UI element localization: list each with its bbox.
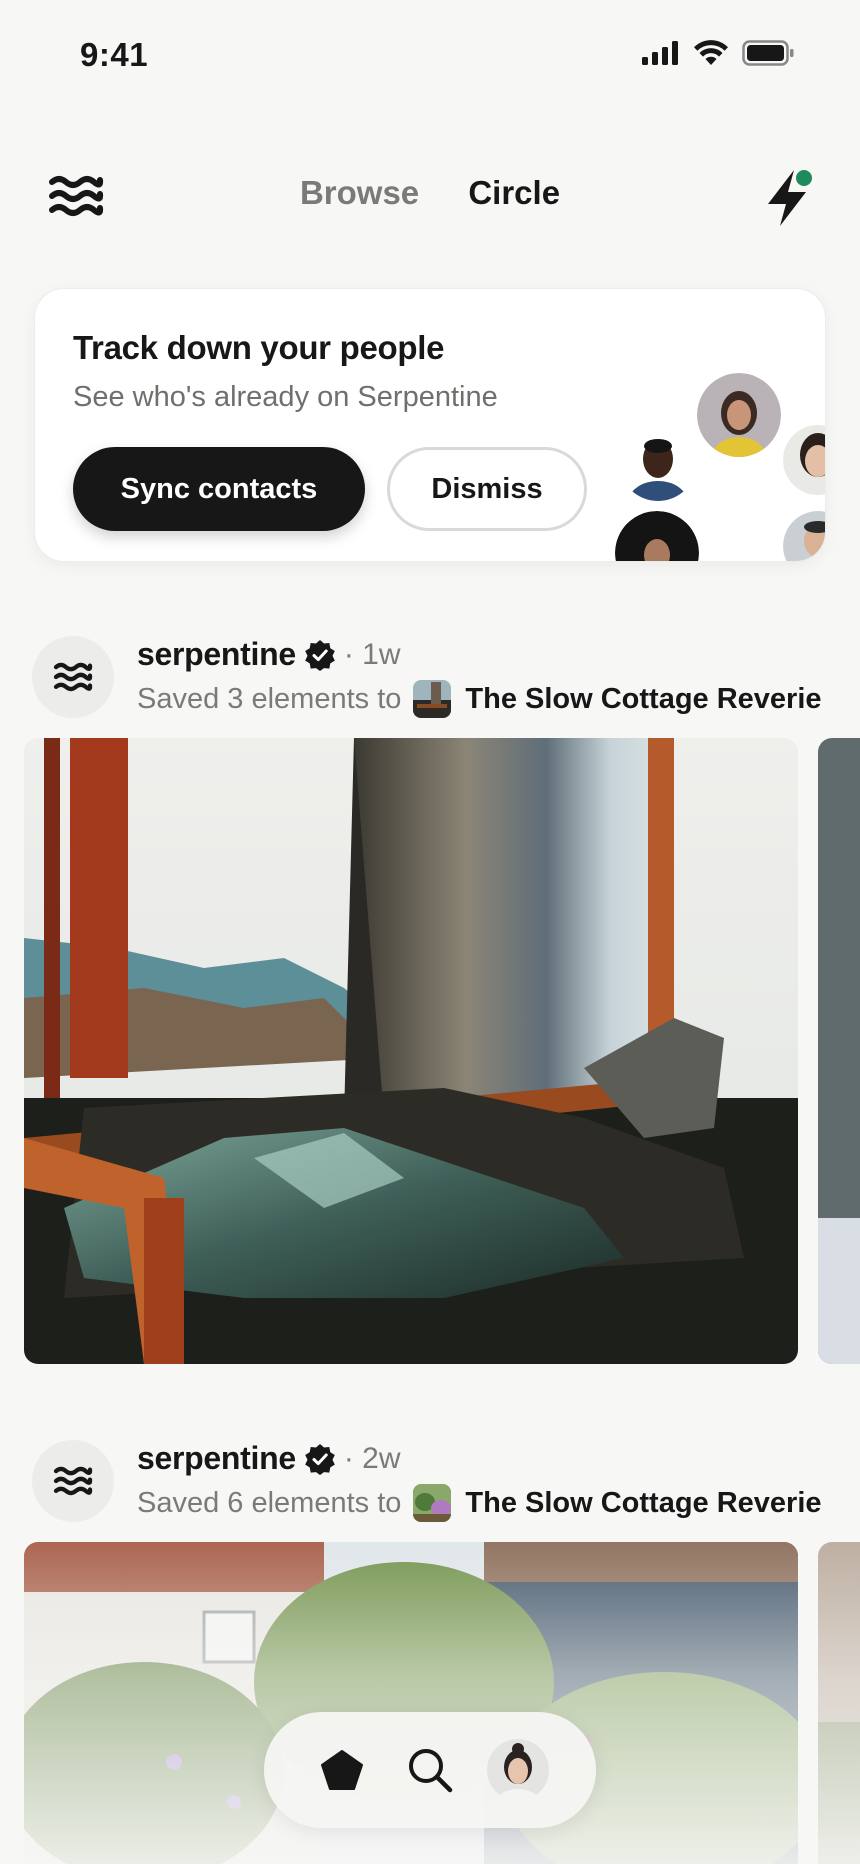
- serpentine-logo-icon: [53, 1466, 93, 1496]
- find-friends-card: Track down your people See who's already…: [34, 288, 826, 562]
- sync-contacts-button[interactable]: Sync contacts: [73, 447, 365, 531]
- tab-circle[interactable]: Circle: [468, 174, 560, 212]
- board-name-link[interactable]: The Slow Cottage Reverie: [465, 683, 821, 716]
- feed-post-header: serpentine · 2w Saved 6 elements to The …: [0, 1440, 860, 1530]
- post-action-text: Saved 3 elements to: [137, 682, 402, 715]
- post-action-text: Saved 6 elements to: [137, 1486, 402, 1519]
- battery-icon: [742, 40, 794, 66]
- avatar: [783, 425, 825, 495]
- serpentine-avatar[interactable]: [32, 1440, 114, 1522]
- board-thumbnail[interactable]: [413, 1484, 452, 1522]
- status-time: 9:41: [80, 36, 149, 73]
- bottom-navigation: [264, 1712, 596, 1828]
- avatar: [619, 423, 697, 501]
- post-image-next[interactable]: [818, 1542, 860, 1864]
- post-timestamp: · 2w: [343, 1441, 401, 1475]
- post-meta-row: Saved 6 elements to The Slow Cottage Rev…: [137, 1484, 827, 1522]
- board-thumbnail[interactable]: [413, 680, 452, 718]
- post-image-bedroom[interactable]: [24, 738, 798, 1364]
- tab-browse[interactable]: Browse: [300, 174, 419, 212]
- post-author-name[interactable]: serpentine: [137, 1440, 296, 1477]
- verified-badge-icon: [305, 639, 335, 671]
- feed-tabs: Browse Circle: [0, 174, 860, 212]
- post-author-name[interactable]: serpentine: [137, 636, 296, 673]
- profile-avatar[interactable]: [486, 1738, 550, 1802]
- dismiss-button[interactable]: Dismiss: [387, 447, 587, 531]
- avatar: [615, 511, 699, 561]
- avatar: [783, 511, 825, 561]
- find-friends-title: Track down your people: [73, 329, 445, 366]
- serpentine-avatar[interactable]: [32, 636, 114, 718]
- post-author-row: serpentine · 1w: [137, 636, 401, 673]
- feed-post-header: serpentine · 1w Saved 3 elements to The …: [0, 636, 860, 726]
- cellular-signal-icon: [642, 41, 678, 65]
- serpentine-logo-icon: [53, 662, 93, 692]
- top-header: Browse Circle: [0, 160, 860, 232]
- home-icon[interactable]: [310, 1738, 374, 1802]
- post-timestamp: · 1w: [343, 637, 401, 671]
- notification-dot: [796, 170, 812, 186]
- status-bar: 9:41: [0, 0, 860, 110]
- post-author-row: serpentine · 2w: [137, 1440, 401, 1477]
- status-icons: [642, 40, 794, 66]
- post-meta-row: Saved 3 elements to The Slow Cottage Rev…: [137, 680, 827, 718]
- find-friends-subtitle: See who's already on Serpentine: [73, 381, 498, 413]
- post-image-next[interactable]: [818, 738, 860, 1364]
- wifi-icon: [694, 40, 728, 65]
- board-name-link[interactable]: The Slow Cottage Reverie: [465, 1487, 821, 1520]
- search-icon[interactable]: [398, 1738, 462, 1802]
- avatar: [697, 373, 781, 457]
- verified-badge-icon: [305, 1443, 335, 1475]
